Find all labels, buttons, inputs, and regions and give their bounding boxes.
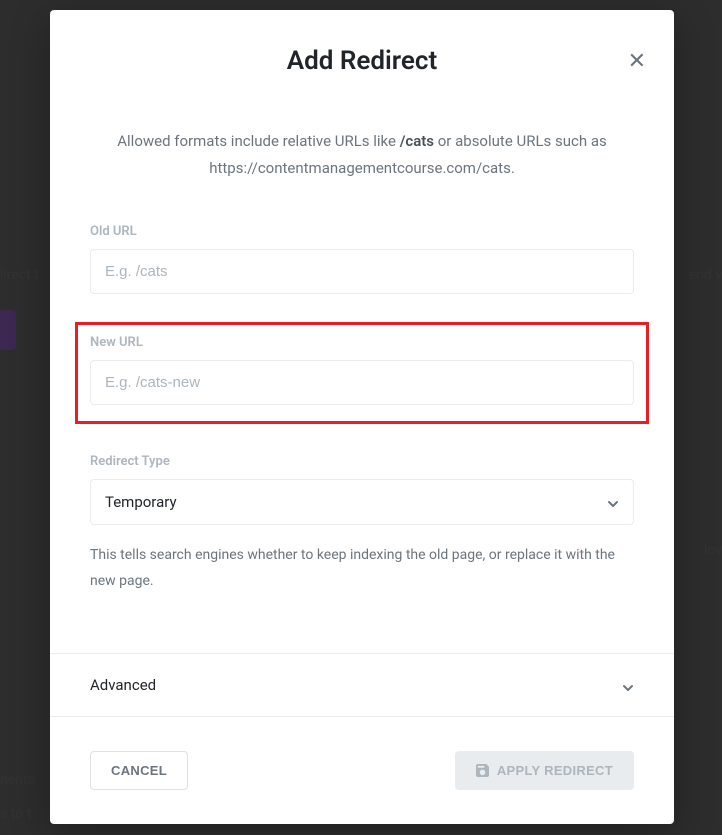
apply-button-label: APPLY REDIRECT [497, 763, 613, 778]
close-button[interactable]: ✕ [628, 50, 646, 72]
redirect-type-help: This tells search engines whether to kee… [90, 543, 634, 595]
new-url-input[interactable] [90, 360, 634, 405]
redirect-type-label: Redirect Type [90, 454, 634, 469]
background-text: end v [689, 267, 722, 283]
save-icon [476, 764, 489, 777]
new-url-label: New URL [90, 335, 634, 350]
modal-header: ✕ Add Redirect Allowed formats include r… [50, 10, 674, 206]
advanced-label: Advanced [90, 676, 156, 694]
redirect-type-selected: Temporary [105, 493, 177, 511]
background-text: lirect t [0, 267, 39, 283]
advanced-toggle[interactable]: Advanced [50, 654, 674, 716]
modal-subtitle: Allowed formats include relative URLs li… [90, 128, 634, 182]
background-block [0, 310, 16, 350]
chevron-down-icon [607, 496, 619, 508]
cancel-button[interactable]: CANCEL [90, 751, 188, 790]
background-text: nents [0, 772, 35, 788]
modal-title: Add Redirect [90, 46, 634, 76]
redirect-type-group: Redirect Type Temporary This tells searc… [90, 454, 634, 595]
background-text: s to t [0, 806, 31, 822]
old-url-label: Old URL [90, 224, 634, 239]
apply-redirect-button[interactable]: APPLY REDIRECT [455, 751, 634, 790]
new-url-group: New URL [75, 322, 649, 424]
chevron-down-icon [622, 679, 634, 691]
close-icon: ✕ [628, 48, 646, 73]
old-url-group: Old URL [90, 224, 634, 294]
old-url-input[interactable] [90, 249, 634, 294]
modal-body: Old URL New URL Redirect Type Temporary … [50, 206, 674, 653]
add-redirect-modal: ✕ Add Redirect Allowed formats include r… [50, 10, 674, 824]
background-text: iov [704, 542, 722, 558]
modal-footer: CANCEL APPLY REDIRECT [50, 717, 674, 824]
redirect-type-select[interactable]: Temporary [90, 479, 634, 525]
